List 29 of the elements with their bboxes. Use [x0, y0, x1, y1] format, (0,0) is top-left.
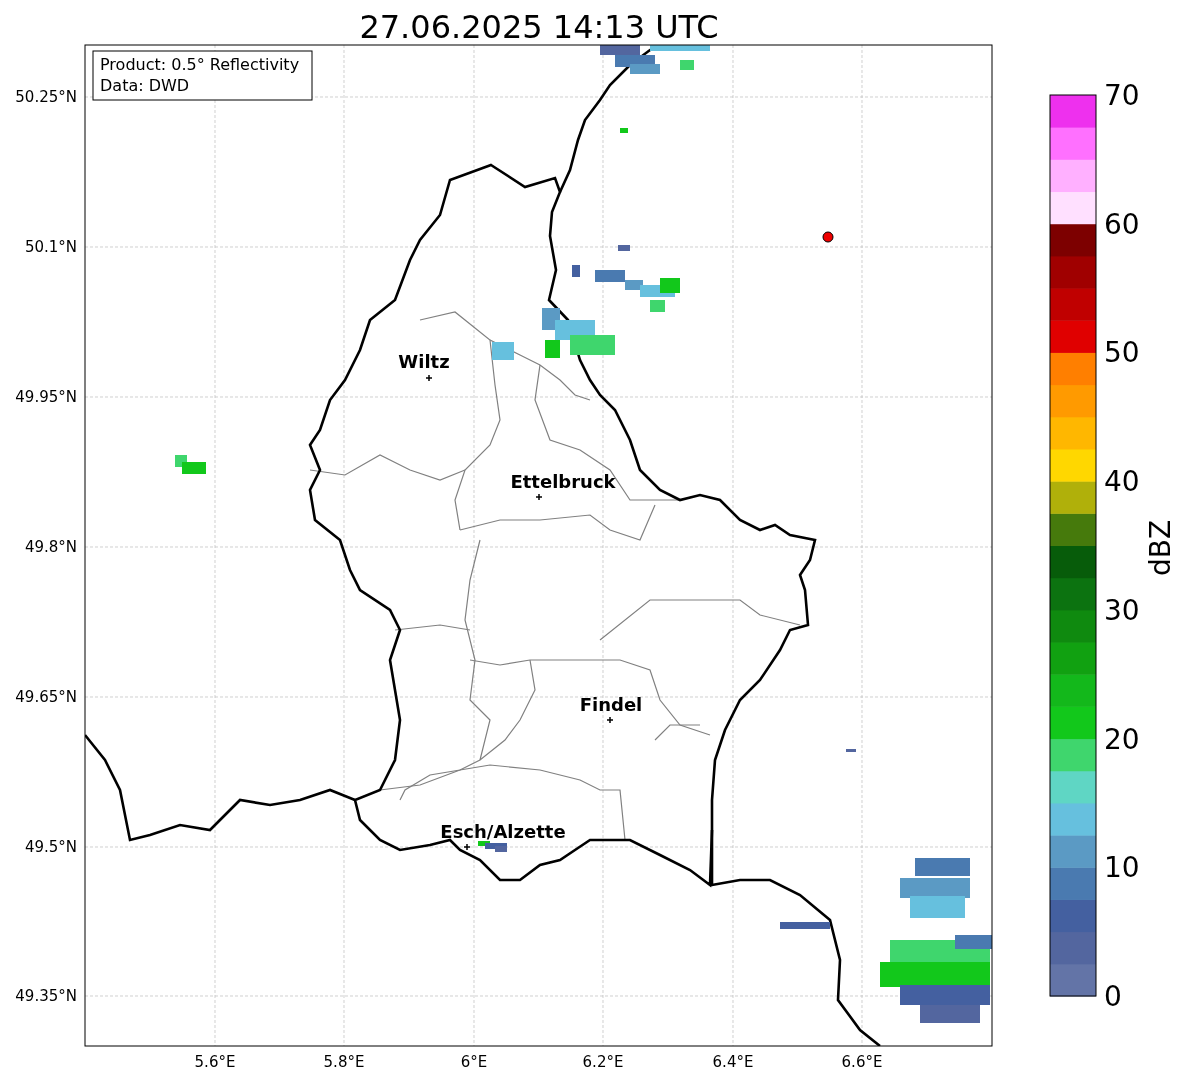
place-label: Esch/Alzette	[440, 821, 566, 842]
chart-title: 27.06.2025 14:13 UTC	[359, 8, 719, 46]
latitude-label: 49.65°N	[15, 688, 77, 706]
scale-tick-label: 10	[1104, 851, 1140, 885]
scale-tick-label: 50	[1104, 336, 1140, 370]
longitude-label: 6°E	[460, 1053, 488, 1071]
scale-tick-label: 20	[1104, 722, 1140, 756]
latitude-label: 49.95°N	[15, 388, 77, 406]
info-text: Product: 0.5° Reflectivity	[100, 55, 300, 74]
latitude-label: 50.25°N	[15, 88, 77, 106]
scale-tick-label: 70	[1104, 79, 1140, 112]
latitude-label: 50.1°N	[24, 238, 77, 256]
longitude-label: 6.2°E	[582, 1053, 624, 1071]
longitude-label: 6.6°E	[841, 1053, 883, 1071]
longitude-label: 5.6°E	[194, 1053, 236, 1071]
latitude-label: 49.8°N	[24, 538, 77, 556]
longitude-label: 6.4°E	[712, 1053, 754, 1071]
scale-tick-label: 60	[1104, 207, 1140, 241]
info-text: Data: DWD	[100, 76, 190, 95]
place-label: Ettelbruck	[510, 471, 616, 492]
scale-unit-label: dBZ	[1144, 519, 1177, 577]
longitude-label: 5.8°E	[323, 1053, 365, 1071]
scale-tick-label: 0	[1104, 980, 1122, 1013]
place-label: Findel	[579, 694, 643, 715]
place-label: Wiltz	[398, 351, 450, 372]
latitude-label: 49.35°N	[15, 987, 77, 1005]
latitude-label: 49.5°N	[24, 838, 77, 856]
scale-tick-label: 40	[1104, 465, 1140, 499]
scale-tick-label: 30	[1104, 593, 1140, 627]
